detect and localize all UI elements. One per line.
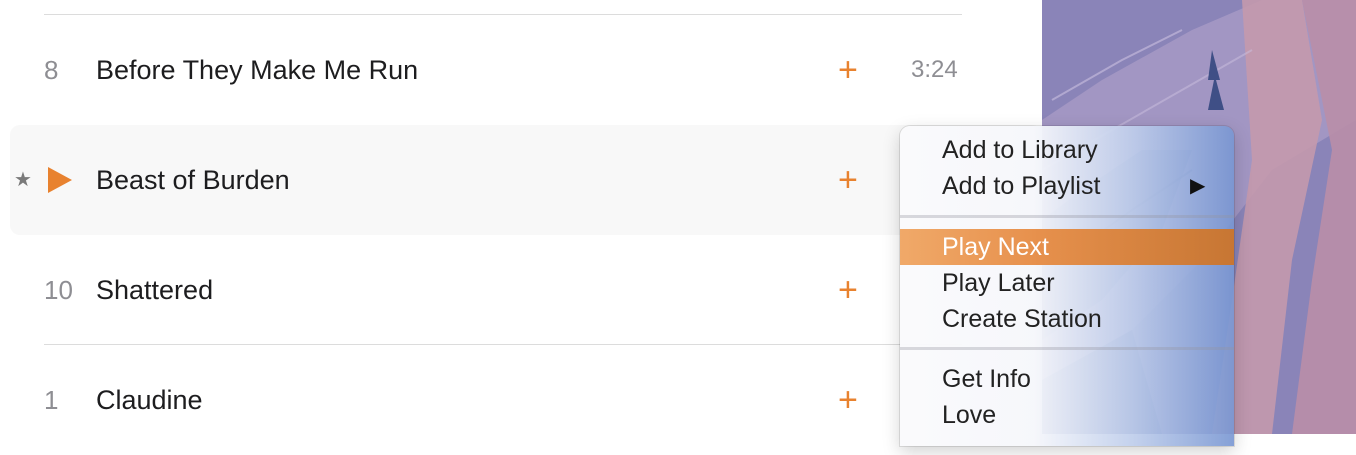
play-icon[interactable] [48,167,72,193]
track-row[interactable]: 1 Claudine + [0,345,1042,455]
track-title: Shattered [96,275,214,305]
menu-item-label: Get Info [942,365,1031,393]
menu-item-play-next[interactable]: Play Next [900,229,1234,265]
menu-item-label: Play Next [942,233,1049,261]
menu-item-add-to-playlist[interactable]: Add to Playlist ▶ [900,168,1234,204]
menu-item-label: Love [942,401,997,429]
menu-item-label: Create Station [942,305,1102,333]
plus-icon[interactable]: + [838,125,858,235]
track-title: Beast of Burden [96,165,290,195]
track-list: 8 Before They Make Me Run + 3:24 ★ Beast… [0,0,1042,434]
plus-icon[interactable]: + [838,15,858,125]
menu-item-add-to-library[interactable]: Add to Library [900,132,1234,168]
star-icon: ★ [14,169,32,191]
menu-item-play-later[interactable]: Play Later [900,265,1234,301]
track-duration: 3:24 [911,56,958,83]
menu-separator [900,347,1234,350]
plus-icon[interactable]: + [838,235,858,345]
menu-item-label: Add to Playlist [942,172,1101,200]
menu-item-get-info[interactable]: Get Info [900,361,1234,397]
track-row-now-playing[interactable]: ★ Beast of Burden + [10,125,1042,235]
track-row[interactable]: 10 Shattered + [0,235,1042,345]
menu-item-love[interactable]: Love [900,397,1234,433]
menu-item-label: Add to Library [942,136,1098,164]
track-row[interactable]: 8 Before They Make Me Run + 3:24 [0,15,1042,125]
chevron-right-icon: ▶ [1190,175,1206,197]
plus-icon[interactable]: + [838,345,858,455]
track-number: 1 [44,385,59,415]
menu-item-label: Play Later [942,269,1055,297]
track-number: 8 [44,55,59,85]
menu-separator [900,215,1234,218]
track-number: 10 [44,275,73,305]
context-menu: Add to Library Add to Playlist ▶ Play Ne… [900,126,1234,446]
track-title: Before They Make Me Run [96,55,419,85]
track-title: Claudine [96,385,203,415]
menu-item-create-station[interactable]: Create Station [900,301,1234,337]
